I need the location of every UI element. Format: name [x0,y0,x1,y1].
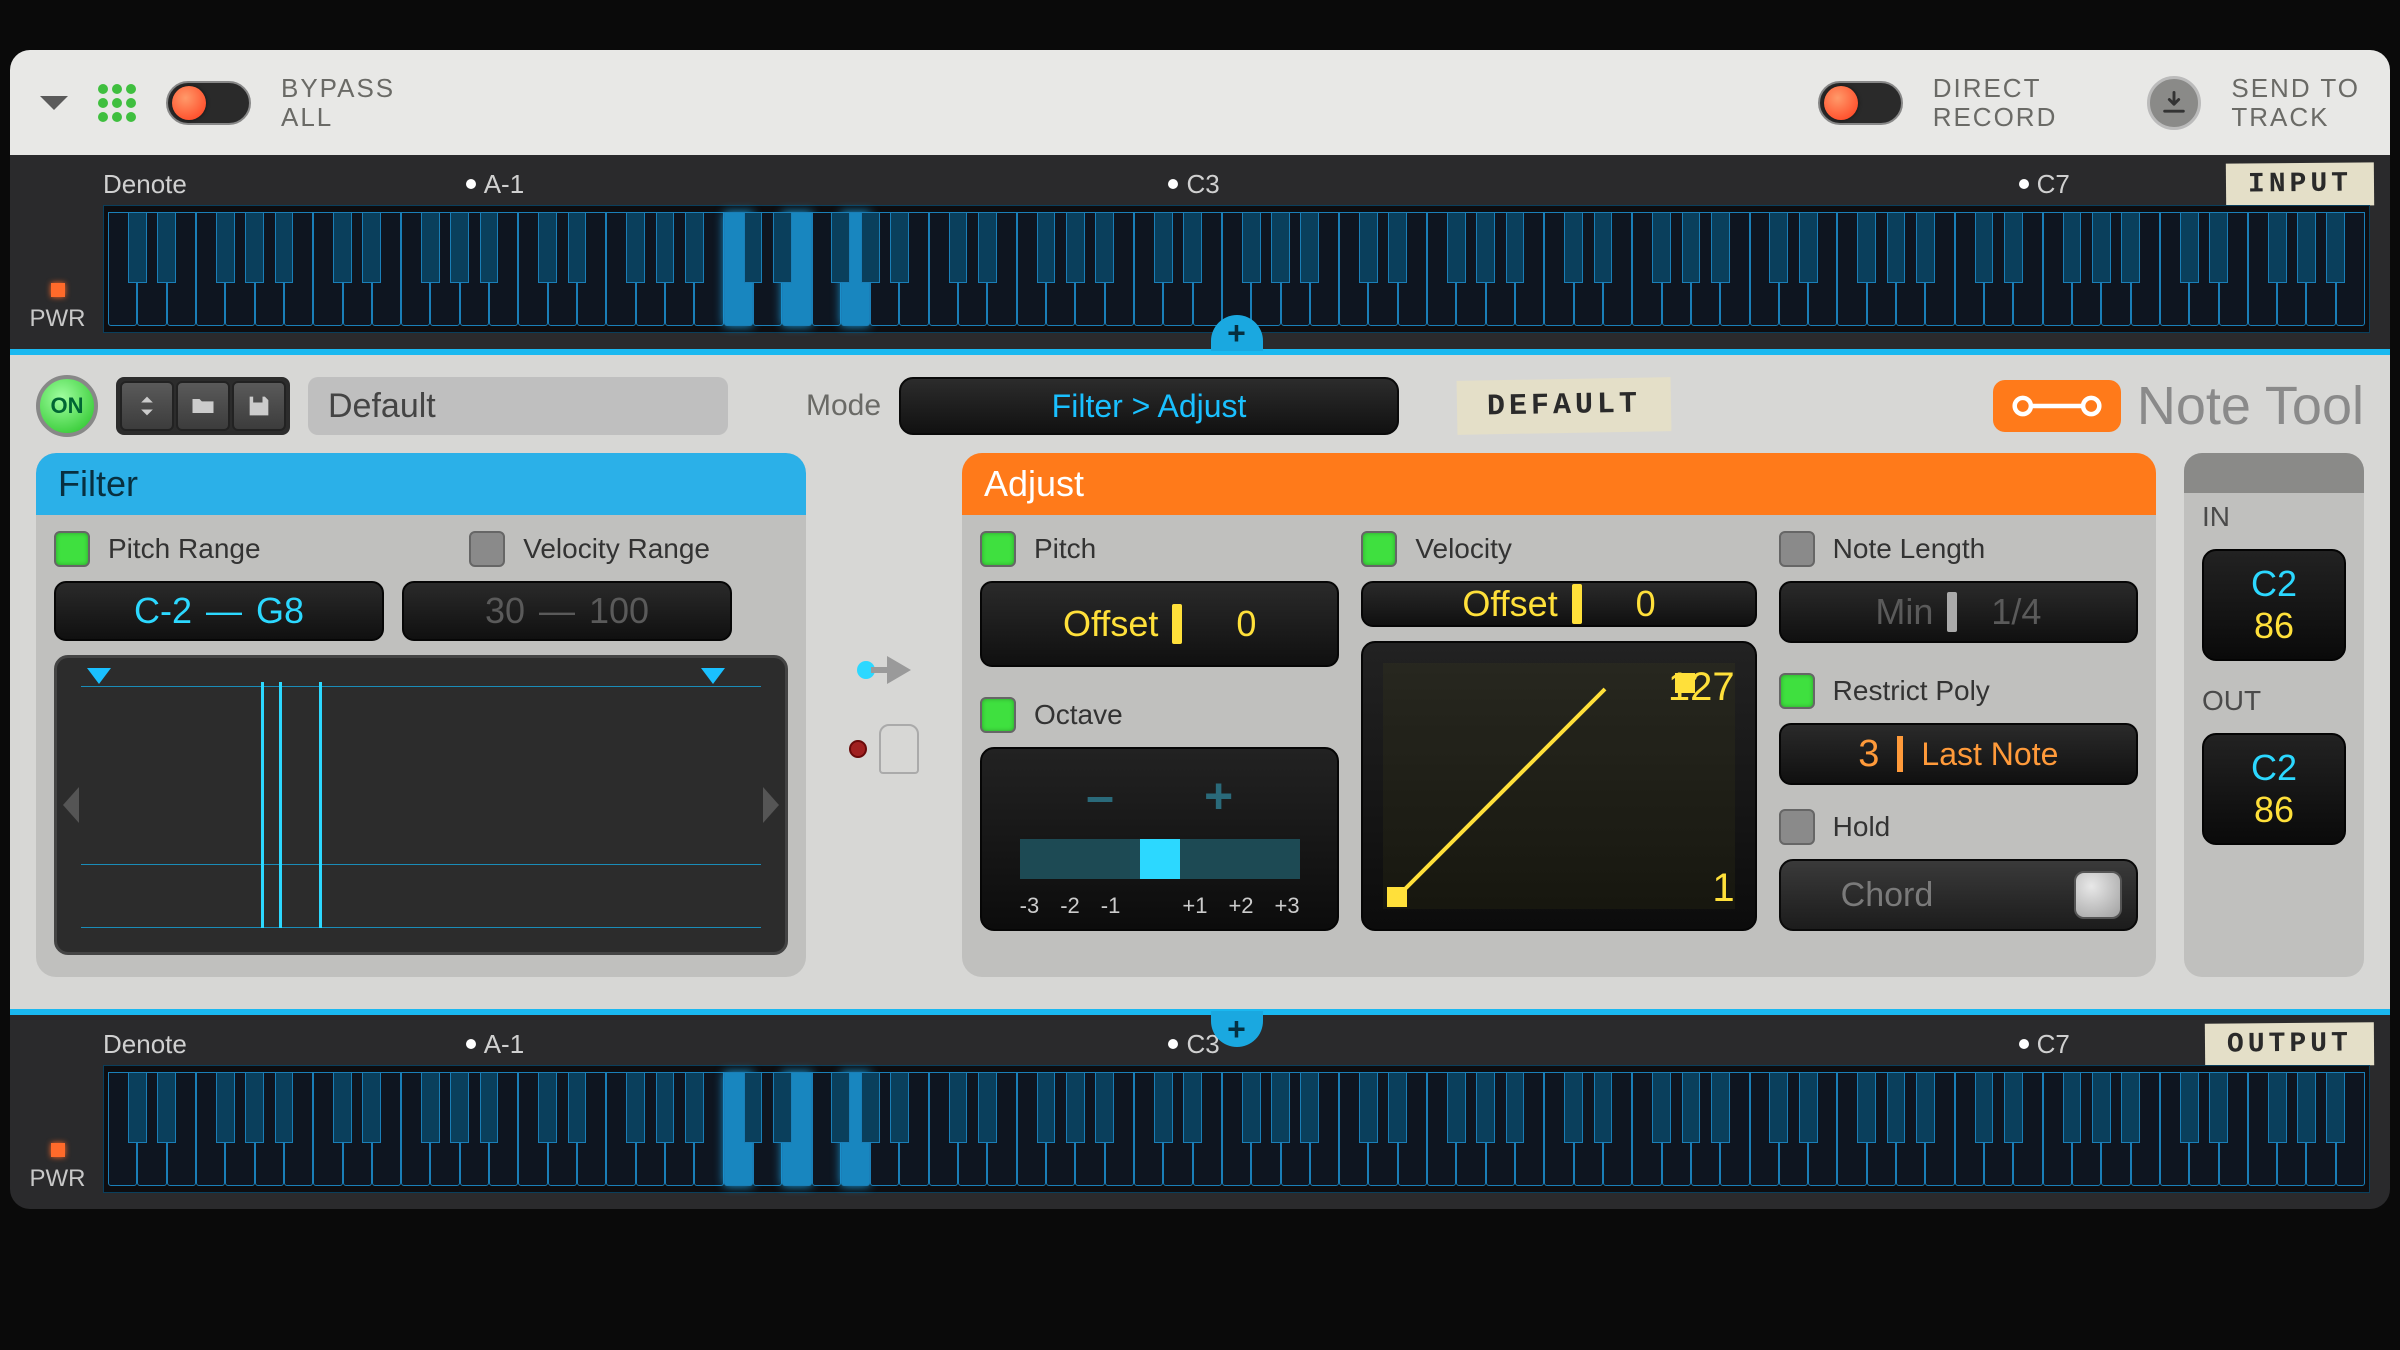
power-label: PWR [30,1165,86,1193]
pitch-checkbox[interactable] [980,531,1016,567]
hand-stop-icon [879,724,919,774]
adjust-panel-title: Adjust [962,453,2156,515]
main-panel: ON Default Mode Filter > Adjust DEFAULT … [10,355,2390,1009]
pitch-label: Pitch [1034,533,1096,565]
preset-button-cluster [116,377,290,435]
mode-label: Mode [806,389,881,423]
note-length-label: Note Length [1833,533,1986,565]
output-keyboard[interactable] [103,1065,2370,1193]
pitch-offset-slider[interactable]: Offset 0 [980,581,1339,667]
plus-icon[interactable]: + [1204,767,1233,825]
signal-flow-connector [834,453,934,977]
bypass-all-toggle[interactable] [166,81,251,125]
note-tool-window: BYPASS ALL DIRECT RECORD SEND TO TRACK P… [10,50,2390,1209]
chord-pad-icon [2074,871,2122,919]
chevron-down-icon[interactable] [40,96,68,110]
velocity-range-checkbox[interactable] [469,531,505,567]
velocity-offset-slider[interactable]: Offset 0 [1361,581,1756,627]
velocity-checkbox[interactable] [1361,531,1397,567]
input-strip-title: Denote [103,169,187,200]
marker-a-1: A-1 [484,1029,524,1060]
octave-checkbox[interactable] [980,697,1016,733]
output-tag: OUTPUT [2205,1022,2374,1066]
folder-icon[interactable] [176,381,230,431]
pitch-range-value[interactable]: C-2 — G8 [54,581,384,641]
hold-checkbox[interactable] [1779,809,1815,845]
power-led-icon [51,283,65,297]
velocity-min-value: 1 [1712,866,1734,911]
direct-record-label: DIRECT RECORD [1933,74,2058,131]
input-tag: INPUT [2226,162,2374,206]
marker-c3: C3 [1186,169,1219,200]
chord-button[interactable]: Chord [1779,859,2138,931]
pitch-range-label: Pitch Range [108,533,261,565]
octave-scale-labels: -3 -2 -1 +1 +2 +3 [1020,893,1300,919]
send-to-track-button[interactable] [2147,76,2201,130]
output-strip-title: Denote [103,1029,187,1060]
power-led-icon [51,1143,65,1157]
marker-c7: C7 [2037,1029,2070,1060]
in-value-display: C2 86 [2202,549,2346,661]
marker-c7: C7 [2037,169,2070,200]
marker-a-1: A-1 [484,169,524,200]
power-on-button[interactable]: ON [36,375,98,437]
octave-selector[interactable]: – + -3 -2 [980,747,1339,931]
note-length-checkbox[interactable] [1779,531,1815,567]
velocity-range-label: Velocity Range [523,533,710,565]
flow-block-icon [849,740,867,758]
save-icon[interactable] [232,381,286,431]
filter-panel-title: Filter [36,453,806,515]
velocity-max-value: 127 [1668,665,1735,710]
mode-selector[interactable]: Filter > Adjust [899,377,1399,435]
in-label: IN [2202,501,2346,533]
default-tag: DEFAULT [1457,377,1672,435]
octave-label: Octave [1034,699,1123,731]
wrench-icon [1993,380,2121,432]
restrict-poly-label: Restrict Poly [1833,675,1990,707]
pitch-range-checkbox[interactable] [54,531,90,567]
header-bar: BYPASS ALL DIRECT RECORD SEND TO TRACK [10,50,2390,155]
hold-label: Hold [1833,811,1891,843]
adjust-panel: Adjust Pitch Offset 0 [962,453,2156,977]
arrow-right-icon [887,656,911,684]
direct-record-toggle[interactable] [1818,81,1903,125]
filter-panel: Filter Pitch Range Velocity Range C-2 — [36,453,806,977]
minus-icon[interactable]: – [1086,767,1114,825]
updown-icon[interactable] [120,381,174,431]
tool-title: Note Tool [2137,375,2364,437]
output-keyboard-strip: PWR + Denote A-1 C3 C7 OUTPUT [10,1015,2390,1209]
input-keyboard-strip: PWR Denote A-1 C3 C7 INPUT + [10,155,2390,349]
preset-name-field[interactable]: Default [308,377,728,435]
send-to-track-label: SEND TO TRACK [2231,74,2360,131]
apps-grid-icon[interactable] [98,84,136,122]
bypass-all-label: BYPASS ALL [281,74,395,131]
out-label: OUT [2202,685,2346,717]
note-length-min-slider[interactable]: Min 1/4 [1779,581,2138,643]
velocity-label: Velocity [1415,533,1512,565]
velocity-curve-editor[interactable]: 127 1 [1361,641,1756,931]
io-monitor-panel: IN C2 86 OUT C2 86 [2184,453,2364,977]
restrict-poly-value[interactable]: 3 Last Note [1779,723,2138,785]
power-label: PWR [30,305,86,333]
velocity-range-value[interactable]: 30 — 100 [402,581,732,641]
out-value-display: C2 86 [2202,733,2346,845]
filter-visualizer[interactable] [54,655,788,955]
restrict-poly-checkbox[interactable] [1779,673,1815,709]
